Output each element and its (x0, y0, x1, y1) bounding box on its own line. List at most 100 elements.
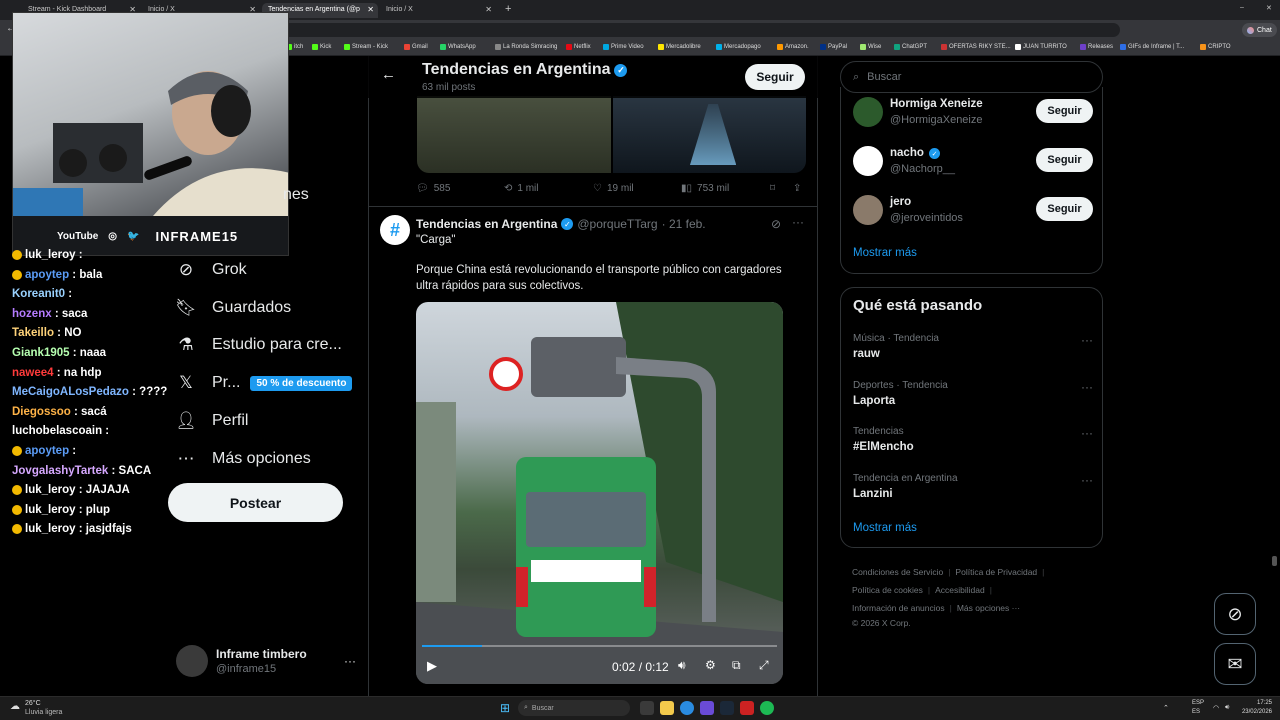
footer-link[interactable]: Política de cookies (852, 585, 923, 595)
grok-icon[interactable]: ⊘ (771, 217, 781, 231)
post-author[interactable]: Tendencias en Argentina (416, 217, 557, 231)
nav-bookmarks[interactable]: 🔖︎ Guardados (170, 289, 365, 327)
post-button[interactable]: Postear (168, 483, 343, 522)
bookmark-item[interactable]: Wise (860, 44, 881, 50)
chat-button[interactable]: Chat (1242, 23, 1277, 37)
footer-link[interactable]: Accesibilidad (935, 585, 985, 595)
trend-item[interactable]: Tendencias #ElMencho ··· (853, 426, 1093, 453)
footer-link[interactable]: Más opciones ··· (957, 603, 1020, 613)
nav-more[interactable]: ⋯ Más opciones (170, 440, 365, 478)
chat-username: luk_leroy (25, 503, 76, 516)
post-video[interactable]: ▶ 0:02 / 0:12 🔊︎ ⚙ ⧉ ⤢ (416, 302, 783, 684)
more-dots-icon[interactable]: ··· (344, 654, 356, 668)
footer-link[interactable]: Condiciones de Servicio (852, 567, 943, 577)
post-avatar[interactable]: # (380, 215, 410, 245)
messages-fab[interactable]: ✉ (1214, 643, 1256, 685)
wifi-icon[interactable]: ◠ (1213, 704, 1219, 712)
nav-premium[interactable]: 𝕏 Pr... 50 % de descuento (170, 364, 365, 402)
bookmark-item[interactable]: Mercadolibre (658, 44, 701, 50)
bookmark-button[interactable]: ⌑ (770, 183, 775, 194)
trend-item[interactable]: Música · Tendencia rauw ··· (853, 333, 1093, 360)
more-dots-icon[interactable]: ··· (792, 215, 804, 229)
fullscreen-icon[interactable]: ⤢ (759, 658, 769, 673)
bookmark-item[interactable]: JUAN TURRITO (1015, 44, 1067, 50)
bookmark-item[interactable]: La Ronda Simracing (495, 44, 557, 50)
post-handle[interactable]: @porqueTTarg (577, 217, 657, 231)
like-button[interactable]: ♡ 19 mil (593, 183, 634, 194)
grok-fab[interactable]: ⊘ (1214, 593, 1256, 635)
spotify-icon[interactable] (760, 701, 774, 715)
more-dots-icon[interactable]: ··· (1081, 426, 1093, 440)
trend-item[interactable]: Deportes · Tendencia Laporta ··· (853, 380, 1093, 407)
windows-start-icon[interactable]: ⊞ (500, 701, 514, 715)
task-view-icon[interactable] (640, 701, 654, 715)
follow-button[interactable]: Seguir (1036, 148, 1093, 172)
settings-icon[interactable]: ⚙ (705, 658, 716, 672)
follow-suggestion[interactable]: nacho ✓ @Nachorp__ Seguir (853, 146, 1093, 180)
close-icon[interactable]: ✕ (367, 5, 374, 14)
nav-label: Más opciones (212, 449, 311, 467)
bookmark-item[interactable]: PayPal (820, 44, 847, 50)
views-button[interactable]: ▮▯ 753 mil (681, 183, 729, 194)
bookmark-item[interactable]: Amazon. (777, 44, 809, 50)
bookmark-item[interactable]: WhatsApp (440, 44, 476, 50)
previous-post-media[interactable] (417, 96, 806, 173)
post-date[interactable]: · 21 feb. (662, 217, 706, 231)
close-window-icon[interactable]: ✕ (1266, 4, 1272, 12)
pip-icon[interactable]: ⧉ (732, 658, 741, 673)
more-dots-icon[interactable]: ··· (1081, 473, 1093, 487)
footer-link[interactable]: Información de anuncios (852, 603, 945, 613)
show-more-link[interactable]: Mostrar más (853, 247, 917, 259)
repost-button[interactable]: ⟲ 1 mil (504, 183, 539, 194)
bookmark-item[interactable]: Prime Video (603, 44, 644, 50)
play-icon[interactable]: ▶ (427, 658, 437, 674)
video-progress-track[interactable] (422, 645, 777, 647)
tab-inicio-x-2[interactable]: Inicio / X ✕ (380, 3, 496, 18)
follow-suggestion[interactable]: Hormiga Xeneize @HormigaXeneize Seguir (853, 97, 1093, 131)
minimize-icon[interactable]: – (1240, 4, 1244, 11)
nav-profile[interactable]: 👤︎ Perfil (170, 402, 365, 440)
nav-label: Guardados (212, 298, 292, 316)
taskbar-search[interactable]: ⌕ Buscar (518, 700, 630, 716)
bookmark-item[interactable]: GIFs de Inframe | T... (1120, 44, 1184, 50)
follow-suggestion[interactable]: jero @jeroveintidos Seguir (853, 195, 1093, 229)
bookmark-item[interactable]: Mercadopago (716, 44, 761, 50)
follow-button[interactable]: Seguir (745, 64, 805, 90)
nav-grok[interactable]: ⊘ Grok (170, 251, 365, 289)
discord-icon[interactable] (700, 701, 714, 715)
scrollbar-thumb[interactable] (1272, 556, 1277, 566)
more-dots-icon[interactable]: ··· (1081, 380, 1093, 394)
share-button[interactable]: ⇪ (793, 183, 801, 194)
reply-button[interactable]: 💬︎ 585 (416, 183, 450, 194)
volume-icon[interactable]: 🔊︎ (1225, 704, 1229, 712)
volume-icon[interactable]: 🔊︎ (678, 658, 686, 673)
bookmark-item[interactable]: Stream - Kick (344, 44, 388, 50)
bookmark-item[interactable]: Gmail (404, 44, 428, 50)
follow-button[interactable]: Seguir (1036, 197, 1093, 221)
keyboard-layout[interactable]: ES (1192, 709, 1200, 715)
close-icon[interactable]: ✕ (485, 5, 492, 14)
chevron-up-icon[interactable]: ⌃ (1163, 704, 1169, 712)
steam-icon[interactable] (720, 701, 734, 715)
bookmark-favicon-icon (566, 44, 572, 50)
bookmark-item[interactable]: Netflix (566, 44, 591, 50)
back-arrow-icon[interactable]: ← (381, 66, 396, 83)
bookmark-item[interactable]: Kick (312, 44, 331, 50)
footer-link[interactable]: Política de Privacidad (955, 567, 1037, 577)
chat-message: luk_leroy : JAJAJA (12, 481, 182, 501)
bookmark-item[interactable]: Releases (1080, 44, 1113, 50)
account-switcher[interactable]: Inframe timbero @inframe15 ··· (176, 643, 356, 679)
new-tab-icon[interactable]: + (505, 3, 511, 15)
more-dots-icon[interactable]: ··· (1081, 333, 1093, 347)
nav-studio[interactable]: ⚗︎ Estudio para cre... (170, 327, 365, 365)
app-icon[interactable] (740, 701, 754, 715)
follow-button[interactable]: Seguir (1036, 99, 1093, 123)
bookmark-item[interactable]: ChatGPT (894, 44, 927, 50)
trend-item[interactable]: Tendencia en Argentina Lanzini ··· (853, 473, 1093, 500)
bookmark-item[interactable]: OFERTAS RIKY STE... (941, 44, 1011, 50)
file-explorer-icon[interactable] (660, 701, 674, 715)
show-more-link[interactable]: Mostrar más (853, 522, 917, 534)
bookmark-item[interactable]: CRIPTO (1200, 44, 1231, 50)
language[interactable]: ESP (1192, 700, 1204, 706)
edge-icon[interactable] (680, 701, 694, 715)
